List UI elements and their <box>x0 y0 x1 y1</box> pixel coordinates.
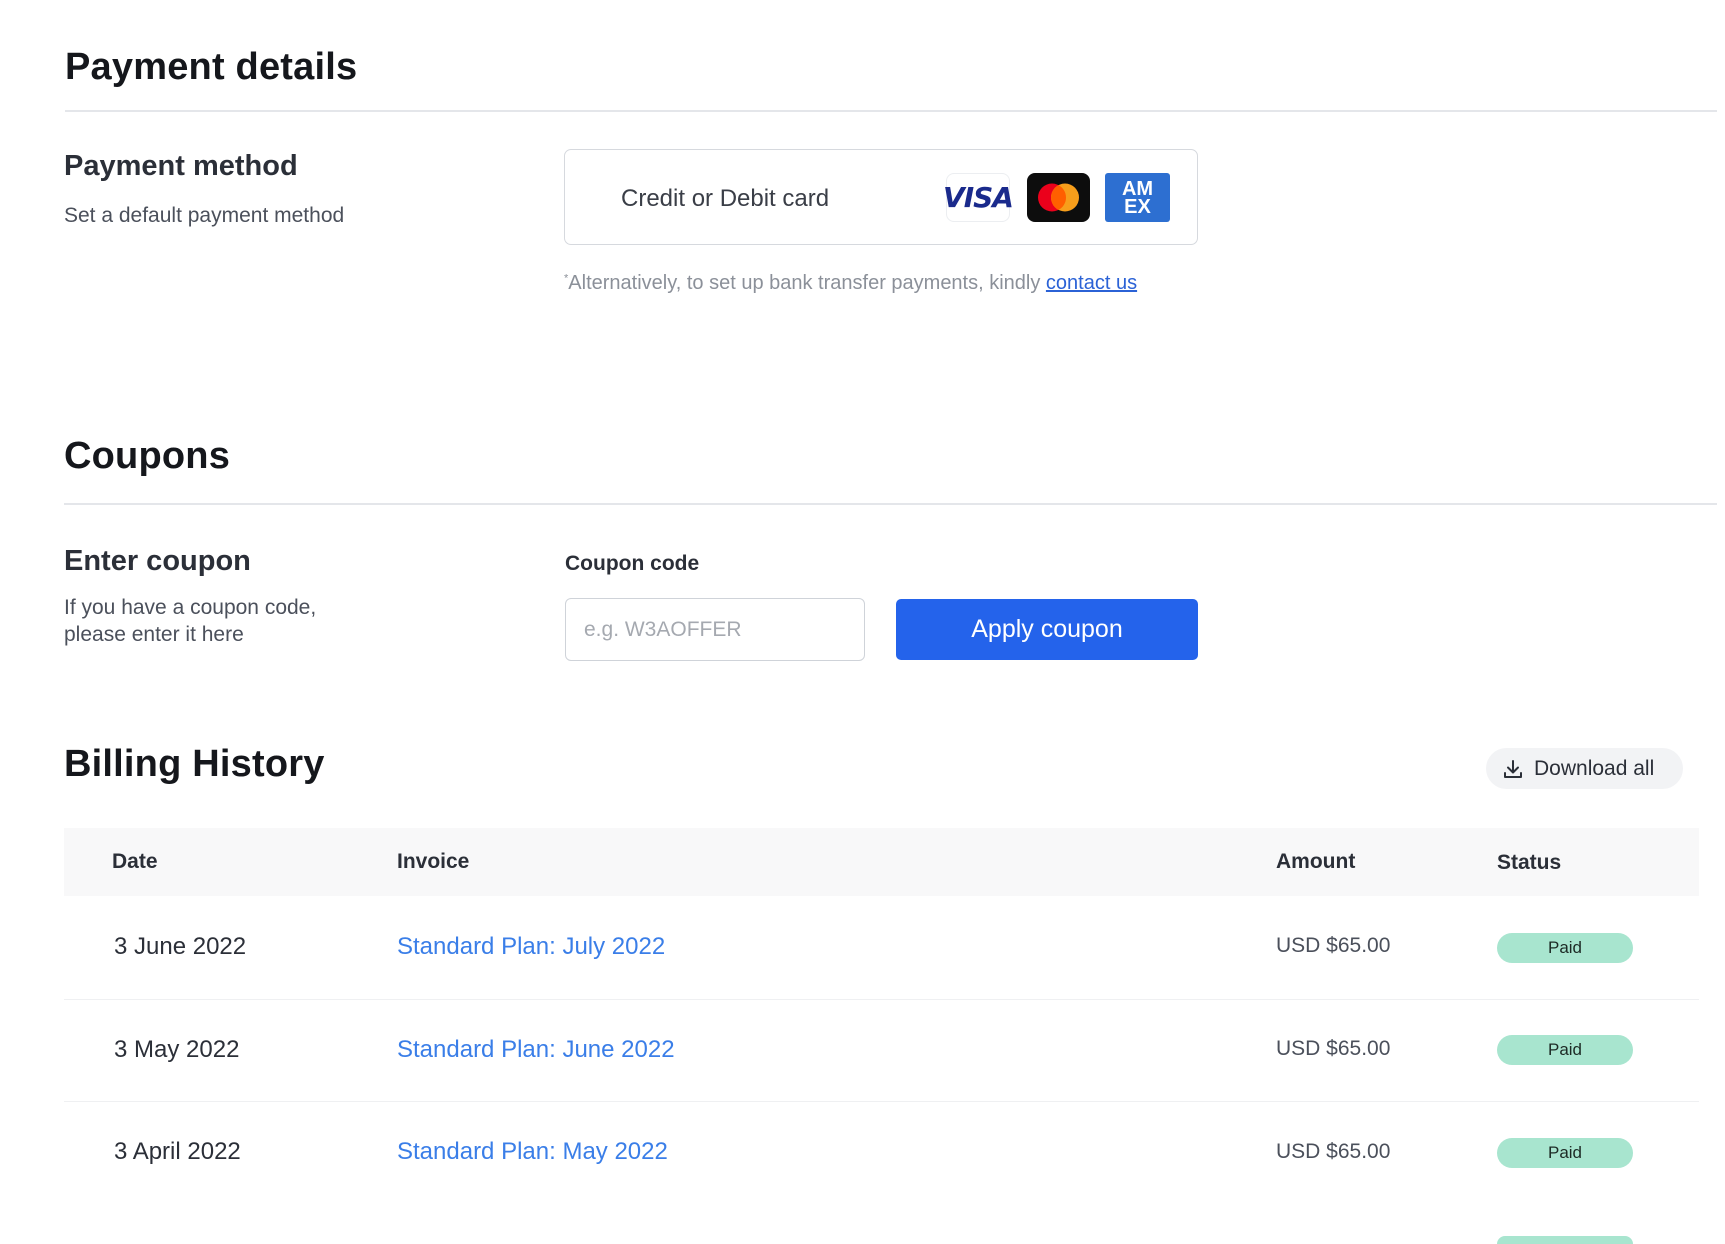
invoice-link[interactable]: Standard Plan: June 2022 <box>397 1036 675 1064</box>
enter-coupon-subtitle-line2: please enter it here <box>64 623 244 646</box>
apply-coupon-button[interactable]: Apply coupon <box>896 599 1198 660</box>
status-badge-partial <box>1497 1236 1633 1244</box>
status-badge: Paid <box>1497 1138 1633 1168</box>
amex-logo: AM EX <box>1105 173 1170 222</box>
row-divider <box>64 999 1699 1000</box>
payment-details-title: Payment details <box>65 46 358 88</box>
download-all-label: Download all <box>1534 756 1655 780</box>
column-header-invoice: Invoice <box>397 850 470 873</box>
enter-coupon-subtitle-line1: If you have a coupon code, <box>64 596 317 619</box>
row-date: 3 May 2022 <box>114 1036 240 1063</box>
contact-us-link[interactable]: contact us <box>1046 272 1137 294</box>
coupon-code-label: Coupon code <box>565 552 700 575</box>
download-all-button[interactable]: Download all <box>1486 748 1683 789</box>
mastercard-logo <box>1027 173 1090 222</box>
download-icon <box>1502 758 1524 780</box>
row-date: 3 June 2022 <box>114 933 247 960</box>
column-header-date: Date <box>112 850 158 873</box>
row-date: 3 April 2022 <box>114 1138 241 1165</box>
invoice-link[interactable]: Standard Plan: July 2022 <box>397 933 665 961</box>
column-header-status: Status <box>1497 851 1562 874</box>
table-header <box>64 828 1699 896</box>
row-amount: USD $65.00 <box>1276 934 1391 957</box>
coupons-title: Coupons <box>64 435 231 477</box>
payment-method-subtitle: Set a default payment method <box>64 204 345 227</box>
payment-method-heading: Payment method <box>64 150 298 182</box>
row-amount: USD $65.00 <box>1276 1037 1391 1060</box>
coupon-code-input[interactable] <box>565 598 865 661</box>
bank-transfer-note: *Alternatively, to set up bank transfer … <box>564 272 1138 294</box>
row-divider <box>64 1101 1699 1102</box>
enter-coupon-heading: Enter coupon <box>64 545 251 577</box>
credit-card-label: Credit or Debit card <box>621 185 830 212</box>
status-badge: Paid <box>1497 1035 1633 1065</box>
invoice-link[interactable]: Standard Plan: May 2022 <box>397 1138 668 1166</box>
row-amount: USD $65.00 <box>1276 1140 1391 1163</box>
billing-history-title: Billing History <box>64 743 325 785</box>
status-badge: Paid <box>1497 933 1633 963</box>
column-header-amount: Amount <box>1276 850 1356 873</box>
payment-divider <box>65 110 1717 112</box>
visa-logo: VISA <box>943 173 1014 222</box>
coupons-divider <box>64 503 1717 505</box>
